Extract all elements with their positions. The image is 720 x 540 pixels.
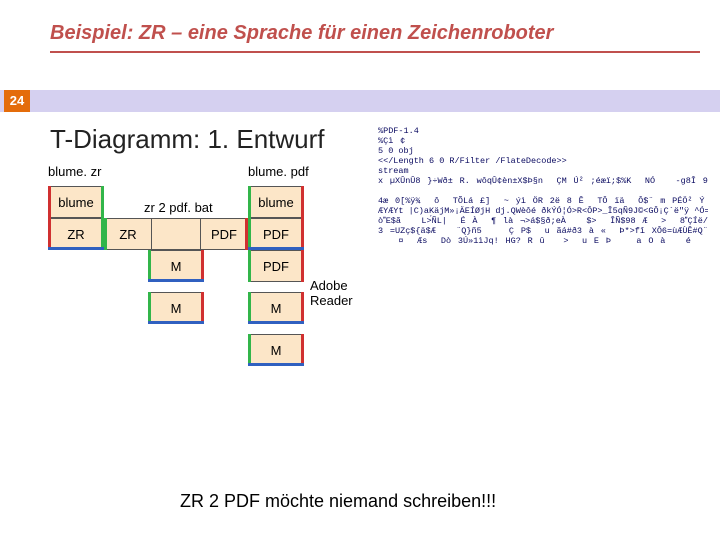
label-blume-pdf: blume. pdf <box>248 164 309 179</box>
comp-left-box: ZR <box>104 218 152 250</box>
page-number: 24 <box>4 90 30 112</box>
label-adobe-reader: Adobe Reader <box>310 278 368 308</box>
reader-m2-label: M <box>271 343 282 358</box>
comp-mid-fill <box>152 218 200 250</box>
slide-subtitle: T-Diagramm: 1. Entwurf <box>50 124 325 155</box>
reader-m2-box: M <box>248 334 304 366</box>
pdf-hexdump: %PDF-1.4 %Çì¢ 5 0 obj <</Length 6 0 R/F… <box>378 126 708 246</box>
t1-top-label: blume <box>58 195 93 210</box>
footer-text: ZR 2 PDF möchte niemand schreiben!!! <box>180 491 496 512</box>
reader-top-label: PDF <box>263 259 289 274</box>
comp-right-label: PDF <box>211 227 237 242</box>
label-zr2pdf: zr 2 pdf. bat <box>144 200 213 215</box>
header-bar <box>0 90 720 112</box>
reader-bot-label: M <box>271 301 282 316</box>
reader-bot-box: M <box>248 292 304 324</box>
comp-right-box: PDF <box>200 218 248 250</box>
t1-bot-label: ZR <box>67 227 84 242</box>
t2-top-label: blume <box>258 195 293 210</box>
reader-top-box: PDF <box>248 250 304 282</box>
t2-bot-box: PDF <box>248 218 304 250</box>
t1-top-box: blume <box>48 186 104 218</box>
t-diagram: blume. zr blume. pdf blume ZR blume PDF … <box>48 164 368 464</box>
t2-bot-label: PDF <box>263 227 289 242</box>
slide-title: Beispiel: ZR – eine Sprache für einen Ze… <box>50 22 700 53</box>
label-blume-zr: blume. zr <box>48 164 101 179</box>
comp-m2-box: M <box>148 292 204 324</box>
t2-top-box: blume <box>248 186 304 218</box>
comp-left-label: ZR <box>119 227 136 242</box>
comp-m2-label: M <box>171 301 182 316</box>
comp-bot-box: M <box>148 250 204 282</box>
comp-bot-label: M <box>171 259 182 274</box>
t1-bot-box: ZR <box>48 218 104 250</box>
